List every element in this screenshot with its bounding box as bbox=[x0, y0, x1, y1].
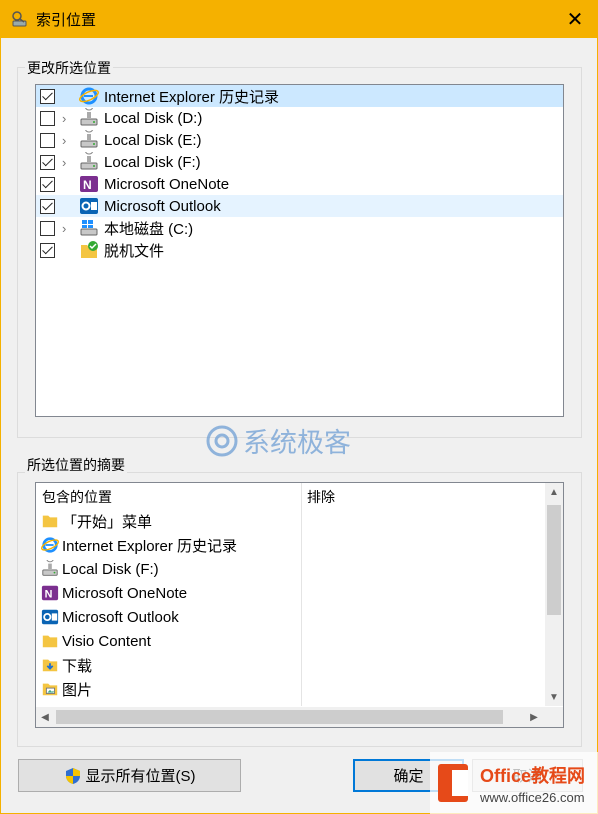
ie-icon bbox=[41, 536, 59, 554]
summary-row[interactable]: Local Disk (F:) bbox=[41, 554, 159, 581]
svg-text:N: N bbox=[83, 178, 92, 192]
watermark-logo-icon bbox=[206, 425, 238, 456]
expand-chevron-icon[interactable]: › bbox=[62, 155, 66, 170]
location-checkbox[interactable] bbox=[40, 110, 55, 126]
summary-label: 所选位置的摘要 bbox=[25, 455, 127, 475]
tree-item[interactable]: › Local Disk (F:) bbox=[36, 145, 563, 173]
tree-item-label: Microsoft Outlook bbox=[104, 197, 221, 215]
outlook-icon bbox=[41, 608, 59, 626]
tree-item[interactable]: Internet Explorer 历史记录 bbox=[36, 85, 563, 107]
office-watermark: Office教程网 www.office26.com bbox=[430, 752, 598, 814]
tree-item-label: Local Disk (D:) bbox=[104, 109, 203, 127]
excluded-column-header[interactable]: 排除 bbox=[307, 487, 335, 507]
watermark: 系统极客 bbox=[205, 421, 351, 460]
show-all-label: 显示所有位置(S) bbox=[85, 768, 196, 785]
title-bar: 索引位置 ✕ bbox=[0, 0, 598, 38]
drive-icon bbox=[41, 554, 59, 578]
tree-item[interactable]: N Microsoft OneNote bbox=[36, 173, 563, 195]
tree-item-label: Microsoft OneNote bbox=[104, 175, 230, 193]
summary-row[interactable]: 「开始」菜单 bbox=[41, 509, 152, 533]
drive-icon bbox=[79, 123, 99, 150]
close-icon: ✕ bbox=[566, 8, 584, 31]
scroll-right-arrow-icon[interactable]: ▶ bbox=[525, 707, 543, 727]
downloads-icon bbox=[41, 656, 59, 674]
expand-chevron-icon[interactable]: › bbox=[62, 221, 66, 236]
pictures-icon bbox=[41, 680, 59, 698]
expand-chevron-icon[interactable]: › bbox=[62, 111, 66, 126]
summary-row[interactable]: N Microsoft OneNote bbox=[41, 581, 187, 605]
watermark-brand: Office教程网 bbox=[480, 765, 585, 786]
tree-item-label: Local Disk (F:) bbox=[104, 153, 201, 171]
location-checkbox[interactable] bbox=[40, 242, 55, 258]
tree-item-label: Local Disk (E:) bbox=[104, 131, 202, 149]
scroll-corner bbox=[545, 707, 563, 727]
tree-item[interactable]: › Local Disk (E:) bbox=[36, 123, 563, 151]
scroll-up-arrow-icon[interactable]: ▲ bbox=[545, 483, 563, 501]
summary-row-label: Microsoft OneNote bbox=[62, 584, 188, 602]
search-index-icon bbox=[12, 11, 27, 27]
vertical-scroll-thumb[interactable] bbox=[547, 505, 561, 615]
tree-item-label: 脱机文件 bbox=[104, 242, 165, 260]
watermark-url: www.office26.com bbox=[479, 790, 585, 805]
folder-icon bbox=[41, 512, 59, 530]
tree-item[interactable]: Microsoft Outlook bbox=[36, 195, 563, 217]
summary-row[interactable]: 图片 bbox=[41, 677, 92, 701]
offline-files-icon bbox=[79, 240, 99, 260]
location-checkbox[interactable] bbox=[40, 198, 55, 214]
summary-list[interactable]: 包含的位置 排除 「开始」菜单 Internet Explorer 历史记录 Loc… bbox=[35, 482, 564, 728]
summary-row-label: Microsoft Outlook bbox=[62, 608, 179, 626]
location-checkbox[interactable] bbox=[40, 176, 55, 192]
tree-item[interactable]: › 本地磁盘 (C:) bbox=[36, 217, 563, 239]
show-all-locations-button[interactable]: 显示所有位置(S) bbox=[18, 759, 241, 792]
summary-row[interactable]: Internet Explorer 历史记录 bbox=[41, 533, 237, 557]
outlook-icon bbox=[79, 196, 99, 216]
ie-icon bbox=[79, 86, 99, 106]
summary-row-label: Visio Content bbox=[62, 632, 151, 650]
location-checkbox[interactable] bbox=[40, 88, 55, 104]
tree-item[interactable]: › Local Disk (D:) bbox=[36, 101, 563, 129]
included-column-header[interactable]: 包含的位置 bbox=[42, 487, 112, 507]
folder-icon bbox=[41, 632, 59, 650]
horizontal-scroll-thumb[interactable] bbox=[56, 710, 503, 724]
summary-row-label: 「开始」菜单 bbox=[62, 513, 153, 531]
uac-shield-icon bbox=[65, 767, 80, 784]
summary-row-label: 图片 bbox=[62, 681, 93, 699]
tree-item[interactable]: 脱机文件 bbox=[36, 239, 563, 261]
summary-row-label: Local Disk (F:) bbox=[62, 560, 159, 578]
vertical-scrollbar[interactable]: ▲ ▼ bbox=[545, 483, 563, 706]
window-title: 索引位置 bbox=[36, 12, 97, 29]
scroll-down-arrow-icon[interactable]: ▼ bbox=[545, 688, 563, 706]
windows-drive-icon bbox=[79, 218, 99, 238]
change-locations-label: 更改所选位置 bbox=[25, 58, 113, 78]
summary-row-label: Internet Explorer 历史记录 bbox=[62, 537, 238, 555]
horizontal-scrollbar[interactable]: ◀ ▶ bbox=[36, 707, 563, 727]
watermark-text: 系统极客 bbox=[243, 428, 351, 458]
location-checkbox[interactable] bbox=[40, 132, 55, 148]
drive-icon bbox=[79, 101, 99, 128]
drive-icon bbox=[79, 145, 99, 172]
locations-tree[interactable]: Internet Explorer 历史记录 › Local Disk (D:) › L… bbox=[35, 84, 564, 417]
summary-row[interactable]: 下载 bbox=[41, 653, 92, 677]
tree-item-label: Internet Explorer 历史记录 bbox=[104, 88, 280, 106]
onenote-icon: N bbox=[79, 174, 99, 194]
scroll-left-arrow-icon[interactable]: ◀ bbox=[36, 707, 54, 727]
expand-chevron-icon[interactable]: › bbox=[62, 133, 66, 148]
summary-row[interactable]: Microsoft Outlook bbox=[41, 605, 179, 629]
summary-row-label: 下载 bbox=[62, 657, 93, 675]
tree-item-label: 本地磁盘 (C:) bbox=[104, 220, 194, 238]
location-checkbox[interactable] bbox=[40, 220, 55, 236]
onenote-icon: N bbox=[41, 584, 59, 602]
svg-text:N: N bbox=[45, 589, 53, 601]
ok-label: 确定 bbox=[393, 768, 424, 785]
location-checkbox[interactable] bbox=[40, 154, 55, 170]
close-button[interactable]: ✕ bbox=[552, 0, 598, 38]
summary-row[interactable]: Visio Content bbox=[41, 629, 151, 653]
column-divider[interactable] bbox=[301, 483, 302, 706]
